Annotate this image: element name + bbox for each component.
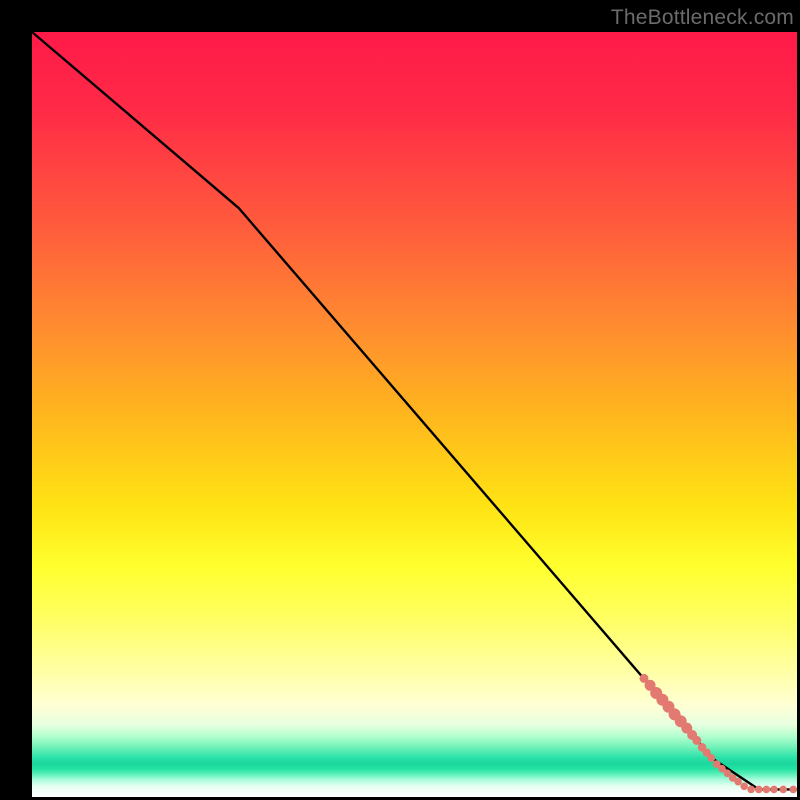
data-point (771, 786, 778, 793)
chart-frame: { "watermark": "TheBottleneck.com", "col… (0, 0, 800, 800)
curve-line (32, 32, 797, 789)
data-point (756, 786, 763, 793)
data-point (748, 786, 755, 793)
data-point (708, 755, 715, 762)
data-point (741, 783, 748, 790)
data-point (790, 786, 797, 793)
watermark-label: TheBottleneck.com (611, 6, 794, 30)
scatter-markers (640, 674, 797, 792)
data-point (719, 765, 726, 772)
chart-overlay (32, 32, 797, 797)
data-point (735, 778, 742, 785)
data-point (780, 786, 787, 793)
data-point (693, 736, 701, 744)
data-point (763, 786, 770, 793)
